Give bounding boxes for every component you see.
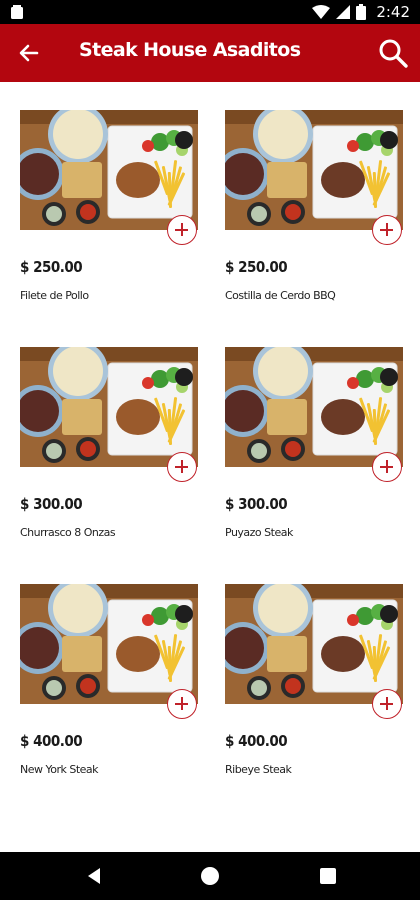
- add-to-cart-button[interactable]: [167, 452, 197, 482]
- search-icon[interactable]: [376, 36, 410, 70]
- product-image: [225, 584, 403, 704]
- add-to-cart-button[interactable]: [167, 689, 197, 719]
- status-bar: 2:42: [0, 0, 420, 24]
- product-price: $ 250.00: [225, 258, 288, 276]
- product-card[interactable]: $ 250.00 Filete de Pollo: [20, 82, 198, 302]
- status-time: 2:42: [376, 3, 410, 21]
- nav-home-icon[interactable]: [201, 867, 219, 885]
- add-to-cart-button[interactable]: [372, 689, 402, 719]
- signal-icon: [336, 5, 351, 19]
- product-name: Churrasco 8 Onzas: [20, 526, 116, 539]
- product-grid: $ 250.00 Filete de Pollo $ 250.00 Costil…: [0, 82, 420, 852]
- product-name: New York Steak: [20, 763, 99, 776]
- wifi-icon: [312, 5, 331, 19]
- product-image: [20, 584, 198, 704]
- product-image: [225, 347, 403, 467]
- product-price: $ 400.00: [20, 732, 83, 750]
- nav-back-icon[interactable]: [84, 866, 104, 886]
- dish-photo: [20, 584, 198, 704]
- battery-icon: [356, 4, 367, 20]
- product-name: Costilla de Cerdo BBQ: [225, 289, 336, 302]
- product-name: Puyazo Steak: [225, 526, 293, 539]
- product-card[interactable]: $ 400.00 Ribeye Steak: [225, 556, 403, 776]
- notification-icon: [11, 5, 23, 19]
- system-nav-bar: [0, 852, 420, 900]
- back-arrow-icon[interactable]: [14, 38, 44, 68]
- product-price: $ 400.00: [225, 732, 288, 750]
- product-price: $ 300.00: [225, 495, 288, 513]
- dish-photo: [20, 110, 198, 230]
- product-price: $ 250.00: [20, 258, 83, 276]
- product-image: [20, 110, 198, 230]
- add-to-cart-button[interactable]: [167, 215, 197, 245]
- product-image: [20, 347, 198, 467]
- dish-photo: [225, 584, 403, 704]
- product-card[interactable]: $ 300.00 Churrasco 8 Onzas: [20, 319, 198, 539]
- dish-photo: [225, 347, 403, 467]
- product-card[interactable]: $ 400.00 New York Steak: [20, 556, 198, 776]
- nav-recent-apps-icon[interactable]: [320, 868, 336, 884]
- add-to-cart-button[interactable]: [372, 452, 402, 482]
- product-price: $ 300.00: [20, 495, 83, 513]
- dish-photo: [20, 347, 198, 467]
- add-to-cart-button[interactable]: [372, 215, 402, 245]
- page-title: Steak House Asaditos: [79, 39, 301, 61]
- product-card[interactable]: $ 300.00 Puyazo Steak: [225, 319, 403, 539]
- product-name: Filete de Pollo: [20, 289, 89, 302]
- product-name: Ribeye Steak: [225, 763, 292, 776]
- dish-photo: [225, 110, 403, 230]
- product-card[interactable]: $ 250.00 Costilla de Cerdo BBQ: [225, 82, 403, 302]
- app-bar: Steak House Asaditos: [0, 24, 420, 82]
- product-image: [225, 110, 403, 230]
